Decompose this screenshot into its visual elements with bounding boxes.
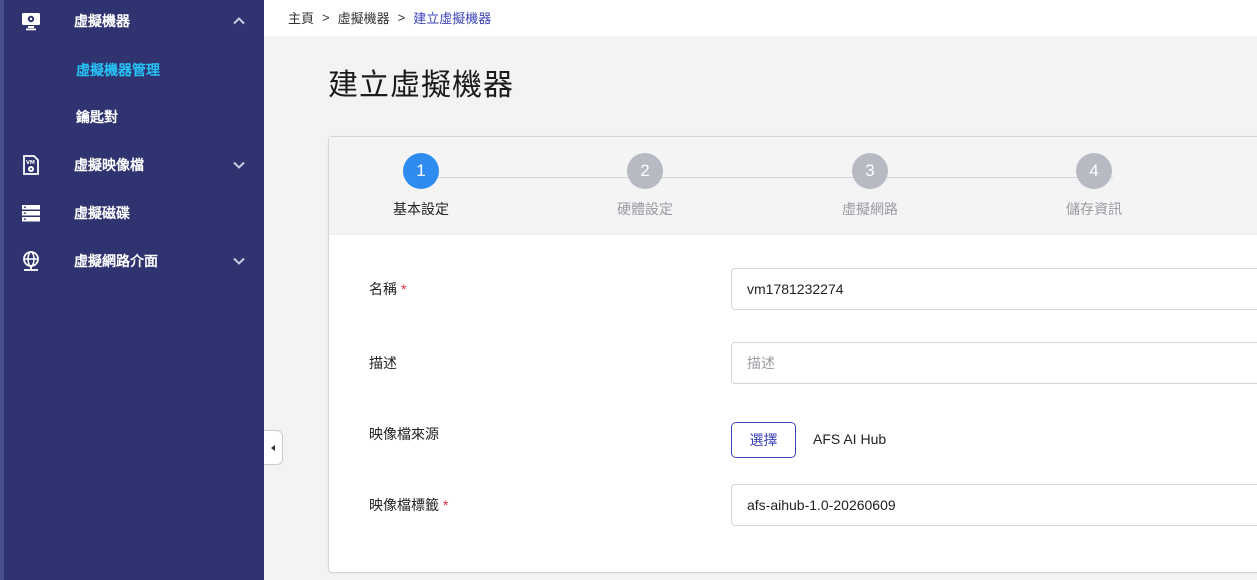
breadcrumb-separator: > <box>322 10 330 25</box>
sidebar-item-key-pairs[interactable]: 鑰匙對 <box>4 99 264 135</box>
svg-text:VM: VM <box>26 160 35 166</box>
step-label: 儲存資訊 <box>1066 201 1122 217</box>
chevron-down-icon[interactable] <box>232 254 246 268</box>
breadcrumb-section[interactable]: 虛擬機器 <box>338 8 390 27</box>
caret-left-icon <box>271 444 275 451</box>
monitor-icon <box>20 10 42 32</box>
step-number: 4 <box>1076 153 1112 189</box>
step-number: 2 <box>627 153 663 189</box>
step-virtual-network[interactable]: 3 虛擬網路 <box>810 153 930 219</box>
sidebar-item-label: 鑰匙對 <box>76 109 118 125</box>
image-tag-label-text: 映像檔標籤 <box>369 497 439 513</box>
step-label: 虛擬網路 <box>842 201 898 217</box>
image-source-value: AFS AI Hub <box>813 431 887 447</box>
step-basic-settings[interactable]: 1 基本設定 <box>361 153 481 219</box>
image-source-label: 映像檔來源 <box>369 426 439 442</box>
description-input[interactable] <box>731 342 1257 384</box>
sidebar-item-vm-management[interactable]: 虛擬機器管理 <box>4 52 264 88</box>
sidebar-item-virtual-disks[interactable]: 虛擬磁碟 <box>4 193 264 233</box>
breadcrumb: 主頁 > 虛擬機器 > 建立虛擬機器 <box>288 8 491 27</box>
vm-image-icon: VM <box>20 154 42 176</box>
sidebar-collapse-button[interactable] <box>264 430 283 465</box>
required-mark: * <box>443 497 449 513</box>
step-label: 基本設定 <box>393 201 449 217</box>
image-tag-label: 映像檔標籤 * <box>369 495 448 515</box>
step-storage-info[interactable]: 4 儲存資訊 <box>1034 153 1154 219</box>
sidebar: 虛擬機器 虛擬機器管理 鑰匙對 VM 虛擬映像檔 虛擬磁碟 虛擬網路介面 <box>0 0 264 580</box>
sidebar-item-virtual-network-interfaces[interactable]: 虛擬網路介面 <box>4 241 264 281</box>
sidebar-item-label: 虛擬機器管理 <box>76 62 160 78</box>
stepper-connector <box>437 177 1113 178</box>
sidebar-item-virtual-machines[interactable]: 虛擬機器 <box>4 1 264 41</box>
image-tag-input[interactable] <box>731 484 1257 526</box>
network-globe-icon <box>20 250 42 272</box>
select-image-source-button[interactable]: 選擇 <box>731 422 796 458</box>
sidebar-item-label: 虛擬機器 <box>74 13 130 29</box>
chevron-up-icon[interactable] <box>232 14 246 28</box>
description-label: 描述 <box>369 355 397 371</box>
sidebar-item-label: 虛擬磁碟 <box>74 205 130 221</box>
page-title: 建立虛擬機器 <box>328 69 514 102</box>
breadcrumb-home[interactable]: 主頁 <box>288 8 314 27</box>
sidebar-item-label: 虛擬映像檔 <box>74 157 144 173</box>
create-vm-card: 1 基本設定 2 硬體設定 3 虛擬網路 4 儲存資訊 名稱* 描述 映像檔來源… <box>328 136 1257 573</box>
breadcrumb-separator: > <box>397 10 406 25</box>
breadcrumb-current: 建立虛擬機器 <box>413 11 492 26</box>
sidebar-item-label: 虛擬網路介面 <box>74 253 158 269</box>
chevron-down-icon[interactable] <box>232 158 246 172</box>
sidebar-item-virtual-images[interactable]: VM 虛擬映像檔 <box>4 145 264 185</box>
disk-stack-icon <box>20 202 42 224</box>
step-label: 硬體設定 <box>617 201 673 217</box>
step-number: 1 <box>403 153 439 189</box>
name-input[interactable] <box>731 268 1257 310</box>
stepper: 1 基本設定 2 硬體設定 3 虛擬網路 4 儲存資訊 <box>329 137 1257 235</box>
name-label: 名稱 * <box>369 279 406 299</box>
required-mark: * <box>401 281 407 297</box>
step-hardware-settings[interactable]: 2 硬體設定 <box>585 153 705 219</box>
step-number: 3 <box>852 153 888 189</box>
name-label-text: 名稱 <box>369 281 397 297</box>
